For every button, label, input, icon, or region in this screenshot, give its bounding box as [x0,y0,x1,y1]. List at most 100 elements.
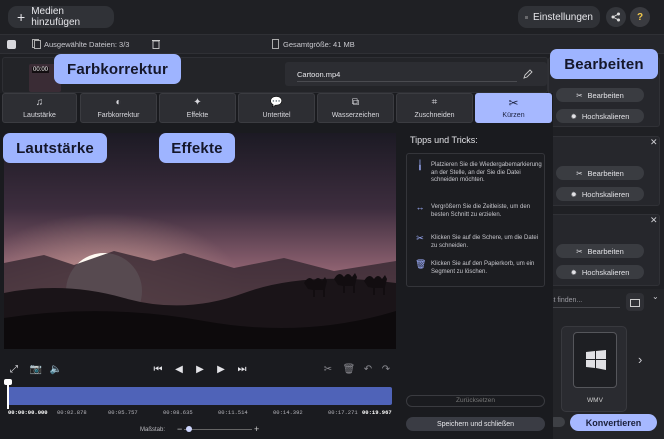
tip-text: Klicken Sie auf die Schere, um die Datei… [431,235,539,249]
close-icon[interactable]: ✕ [650,215,658,226]
settings-label: Einstellungen [532,11,593,23]
time-label-1: 00:02.878 [57,409,87,416]
contrast-icon: ◐ [115,96,122,108]
pin-icon: ╽ [417,160,423,170]
upscale-label: Hochskalieren [581,111,630,121]
format-preset-card[interactable]: WMV [561,326,627,412]
zoom-slider[interactable] [184,429,252,430]
tab-watermark[interactable]: ⧉ Wasserzeichen [317,93,394,123]
save-close-button[interactable]: Speichern und schließen [406,417,545,431]
settings-button[interactable]: Einstellungen [518,6,600,28]
tab-label: Farbkorrektur [97,111,140,119]
upscale-button-2[interactable]: ✹ Hochskalieren [556,187,644,201]
upscale-label: Hochskalieren [581,189,630,199]
undo-icon[interactable]: ↶ [362,363,374,375]
zoom-in-icon[interactable]: + [254,424,259,434]
skip-end-icon[interactable]: ⏭ [236,363,248,375]
cut-icon[interactable]: ✂ [322,363,334,375]
delete-segment-icon[interactable]: 🗑 [343,363,356,375]
scissors-icon: ✂ [576,168,583,178]
scissors-icon: ✂ [508,95,519,110]
timeline-track[interactable] [8,387,392,405]
volume-icon[interactable]: 🔈 [50,363,62,375]
edit-label: Bearbeiten [587,246,624,256]
tip-item: 🗑 Klicken Sie auf den Papierkorb, um ein… [415,259,543,276]
windows-logo-icon [586,350,606,370]
edit-label: Bearbeiten [587,168,624,178]
tab-color-correction[interactable]: ◐ Farbkorrektur [80,93,157,123]
music-icon: ♫ [35,96,44,108]
pencil-icon[interactable] [523,69,533,79]
tab-crop[interactable]: ⌗ Zuschneiden [396,93,473,123]
step-back-icon[interactable]: ◀ [173,363,185,375]
expand-icon: ↔ [415,202,425,212]
fullscreen-icon[interactable]: ⤢ [8,363,20,375]
share-button[interactable] [606,7,626,27]
plus-icon: + [17,9,26,25]
trash-icon[interactable] [152,39,160,49]
gear-icon: ✹ [570,267,577,277]
time-label-0: 00:00:00.000 [8,409,48,416]
tab-label: Wasserzeichen [331,111,380,119]
edit-button-1[interactable]: ✂ Bearbeiten [556,88,644,102]
scissors-icon: ✂ [576,90,583,100]
callout-edit: Bearbeiten [550,49,658,79]
time-label-3: 00:08.635 [163,409,193,416]
magic-wand-icon: ✦ [193,96,202,108]
chevron-down-icon[interactable]: ⌄ [652,292,659,301]
share-icon [611,12,620,22]
zoom-slider-thumb[interactable] [186,426,192,432]
tip-text: Klicken Sie auf den Papierkorb, um ein S… [431,261,535,275]
convert-label: Konvertieren [585,417,642,428]
time-label-7: 00:19.967 [362,409,392,416]
tab-trim[interactable]: ✂ Kürzen [475,93,552,123]
time-label-5: 00:14.392 [273,409,303,416]
close-icon[interactable]: ✕ [650,137,658,148]
camera-icon[interactable]: 📷 [30,363,42,375]
sliders-icon [525,16,528,18]
folder-settings-button[interactable] [626,293,644,311]
upscale-button-1[interactable]: ✹ Hochskalieren [556,109,644,123]
tips-title: Tipps und Tricks: [410,135,478,145]
files-icon [32,39,41,49]
tab-label: Lautstärke [23,111,56,119]
video-preview[interactable] [4,133,396,349]
redo-icon[interactable]: ↷ [380,363,392,375]
tab-label: Effekte [186,111,209,119]
upscale-button-3[interactable]: ✹ Hochskalieren [556,265,644,279]
file-name-box[interactable]: Cartoon.mp4 [285,62,547,86]
tab-label: Zuschneiden [414,111,455,119]
select-all-checkbox[interactable] [7,40,16,49]
play-icon[interactable]: ▶ [194,363,206,375]
convert-button[interactable]: Konvertieren [570,414,657,431]
tab-label: Untertitel [262,111,291,119]
chevron-right-icon[interactable]: › [638,352,642,367]
format-search-input[interactable]: Ist finden... [548,294,620,308]
app-window: + Medien hinzufügen Einstellungen ? Ausg… [0,0,664,439]
video-frame-image [4,133,396,349]
scissors-icon: ✂ [576,246,583,256]
add-media-button[interactable]: + Medien hinzufügen [8,6,114,28]
tab-effects[interactable]: ✦ Effekte [159,93,236,123]
tip-item: ↔ Vergrößern Sie die Zeitleiste, um den … [415,202,543,219]
trash-icon: 🗑 [415,259,427,269]
playhead-handle[interactable] [4,379,12,385]
format-label: WMV [587,397,603,404]
zoom-out-icon[interactable]: − [177,424,182,434]
edit-button-2[interactable]: ✂ Bearbeiten [556,166,644,180]
document-icon [272,39,279,49]
upscale-label: Hochskalieren [581,267,630,277]
callout-color-correction: Farbkorrektur [54,54,181,84]
edit-button-3[interactable]: ✂ Bearbeiten [556,244,644,258]
help-button[interactable]: ? [630,7,650,27]
gear-icon: ✹ [570,189,577,199]
reset-button[interactable]: Zurücksetzen [406,397,545,404]
skip-start-icon[interactable]: ⏮ [152,363,164,375]
tip-item: ╽ Platzieren Sie die Wiedergabemarkierun… [415,160,543,185]
total-size-label: Gesamtgröße: 41 MB [283,40,355,49]
callout-effects: Effekte [159,133,235,163]
tab-volume[interactable]: ♫ Lautstärke [2,93,77,123]
tab-subtitles[interactable]: 💬 Untertitel [238,93,315,123]
step-forward-icon[interactable]: ▶ [215,363,227,375]
tip-text: Vergrößern Sie die Zeitleiste, um den be… [431,204,531,218]
